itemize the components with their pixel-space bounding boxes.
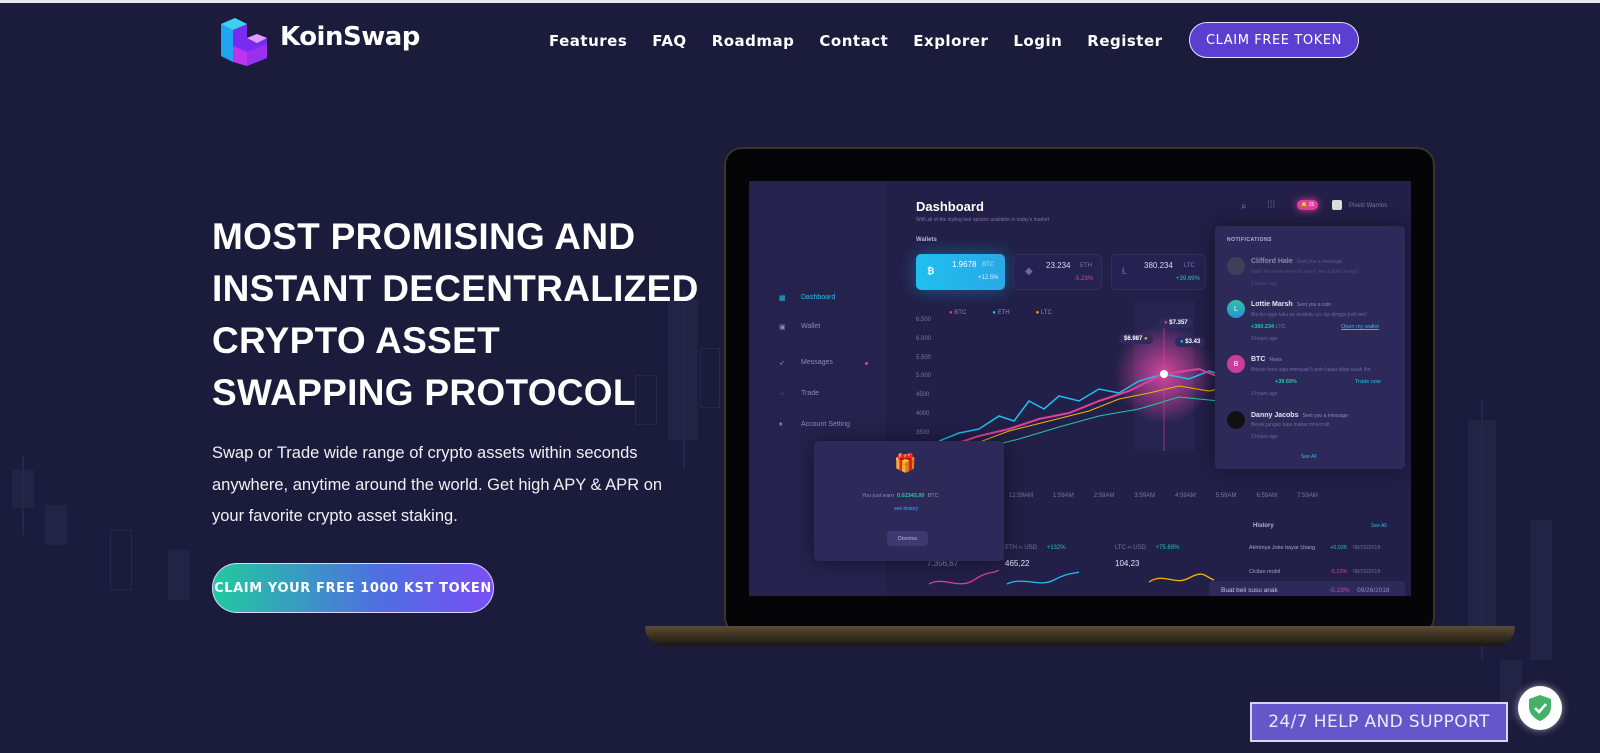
history-item: Buat beli susu anak -5.23% 08/26/2018 (1209, 581, 1405, 596)
notification-badge: 🔔 15 (1297, 200, 1319, 210)
cube-logo[interactable] (217, 16, 271, 72)
top-border (0, 0, 1600, 3)
laptop-base (645, 626, 1515, 646)
wallet-change: +12.5% (978, 275, 999, 281)
dashboard-subtitle: With all of the styling tool options ava… (916, 217, 1049, 223)
gift-box-icon: 🎁 (894, 453, 917, 473)
hero-title-line: CRYPTO ASSET (212, 320, 501, 361)
history-item: Akhirnya Joke bayar Utang +0.025 08/26/201… (1249, 545, 1381, 551)
chart-x-axis: 12:59AM 1:59AM 2:59AM 3:59AM 4:59AM 5:59AM 6:5… (1009, 493, 1318, 499)
history-see-all: See All (1371, 523, 1387, 529)
wallet-value: 1.9678 (952, 260, 977, 269)
hero-title-line: INSTANT DECENTRALIZED (212, 268, 699, 309)
user-avatar (1332, 200, 1342, 210)
wallet-value: 23.234 (1046, 261, 1071, 270)
ltc-icon: Ł (1122, 266, 1128, 276)
wallet-card-ltc: Ł 380.234 LTC +39.69% (1111, 254, 1206, 290)
wallet-card-eth: ◆ 23.234 ETH -5.23% (1013, 254, 1102, 290)
search-icon: ⌕ (1241, 201, 1247, 212)
see-history-link: see history (894, 506, 919, 512)
claim-free-token-button[interactable]: CLAIM FREE TOKEN (1189, 22, 1359, 58)
main-nav: Features FAQ Roadmap Contact Explorer Lo… (549, 32, 1163, 50)
eth-icon: ◆ (1025, 266, 1033, 277)
apps-grid-icon: ⁞⁞⁞ (1267, 200, 1276, 211)
chart-y-axis: 6.500 6.000 5.500 5.000 4500 4000 3500 (916, 317, 932, 436)
wallet-value: 380.234 (1144, 261, 1173, 270)
avatar: L (1227, 300, 1245, 318)
nav-features[interactable]: Features (549, 32, 627, 50)
avatar (1227, 257, 1245, 275)
dashboard-title: Dashboard (916, 199, 984, 214)
nav-explorer[interactable]: Explorer (913, 32, 988, 50)
nav-contact[interactable]: Contact (819, 32, 888, 50)
wallet-coin: BTC (982, 262, 994, 268)
trade-icon: ⁘ (779, 391, 785, 398)
notifications-label: NOTIFICATIONS (1227, 237, 1273, 243)
claim-kst-token-button[interactable]: CLAIM YOUR FREE 1000 KST TOKEN (212, 563, 494, 613)
security-shield-badge[interactable] (1518, 686, 1562, 730)
earn-text: You just earn 0.02343,00 BTC (862, 493, 939, 499)
avatar: B (1227, 355, 1245, 373)
dashboard-preview: ▦ Dashboard ▣ Wallet ➶ Messages ⁘ Trade … (749, 181, 1411, 596)
sidebar-item-messages: Messages (801, 359, 833, 366)
tooltip-ltc: $6.987 ● (1119, 334, 1153, 344)
help-support-button[interactable]: 24/7 HELP AND SUPPORT (1250, 702, 1508, 742)
btc-icon: ₿ (927, 266, 935, 276)
wallets-label: Wallets (916, 237, 937, 243)
sidebar-item-dashboard: Dashboard (801, 294, 836, 301)
wallet-icon: ▣ (779, 324, 786, 331)
sparklines (929, 569, 1215, 585)
pair-ltc-usd: LTC ‹› USD +75.69% (1115, 545, 1180, 551)
pair-eth-usd: ETH ‹› USD +132% (1005, 545, 1066, 551)
earn-popup: 🎁 You just earn 0.02343,00 BTC see histo… (814, 441, 1004, 561)
hero-description: Swap or Trade wide range of crypto asset… (212, 444, 663, 525)
sidebar-item-wallet: Wallet (801, 323, 821, 330)
tooltip-btc: ● $7.357 (1159, 318, 1193, 328)
open-wallet-link: Open my wallet (1341, 324, 1379, 330)
nav-login[interactable]: Login (1013, 32, 1062, 50)
avatar (1227, 411, 1245, 429)
wallet-coin: LTC (1184, 263, 1195, 269)
wallet-card-btc: ₿ 1.9678 BTC +12.5% (916, 254, 1005, 290)
shield-check-icon (1529, 695, 1551, 721)
sidebar-item-account-setting: Account Setting (801, 421, 851, 428)
user-name: Pixelz Warrios (1349, 203, 1388, 209)
hero-title-line: MOST PROMISING AND (212, 216, 636, 257)
hero-title: MOST PROMISING AND INSTANT DECENTRALIZED… (212, 211, 732, 419)
history-item: Cicilan mobil -5.23% 08/26/2018 (1249, 569, 1381, 575)
dismiss-button: Dismiss (887, 531, 928, 546)
hero-title-line: SWAPPING PROTOCOL (212, 372, 636, 413)
notifications-panel: NOTIFICATIONS Clifford Hale Sent you a me… (1215, 226, 1405, 469)
sidebar-item-trade: Trade (801, 390, 820, 397)
wallet-change: +39.69% (1176, 276, 1200, 282)
tooltip-eth: ● $3.43 (1175, 337, 1206, 347)
nav-faq[interactable]: FAQ (652, 32, 686, 50)
see-all-notifications: See All (1301, 454, 1317, 460)
trade-now-link: Trade now (1355, 379, 1381, 385)
send-icon: ➶ (779, 360, 785, 367)
wallet-change: -5.23% (1074, 276, 1094, 282)
dashboard-icon: ▦ (779, 295, 786, 302)
history-label: History (1253, 523, 1274, 529)
nav-roadmap[interactable]: Roadmap (712, 32, 795, 50)
brand-name[interactable]: KoinSwap (280, 22, 420, 52)
nav-register[interactable]: Register (1087, 32, 1162, 50)
wallet-coin: ETH (1080, 263, 1092, 269)
settings-icon: ♦ (779, 421, 783, 428)
unread-dot (865, 362, 868, 365)
